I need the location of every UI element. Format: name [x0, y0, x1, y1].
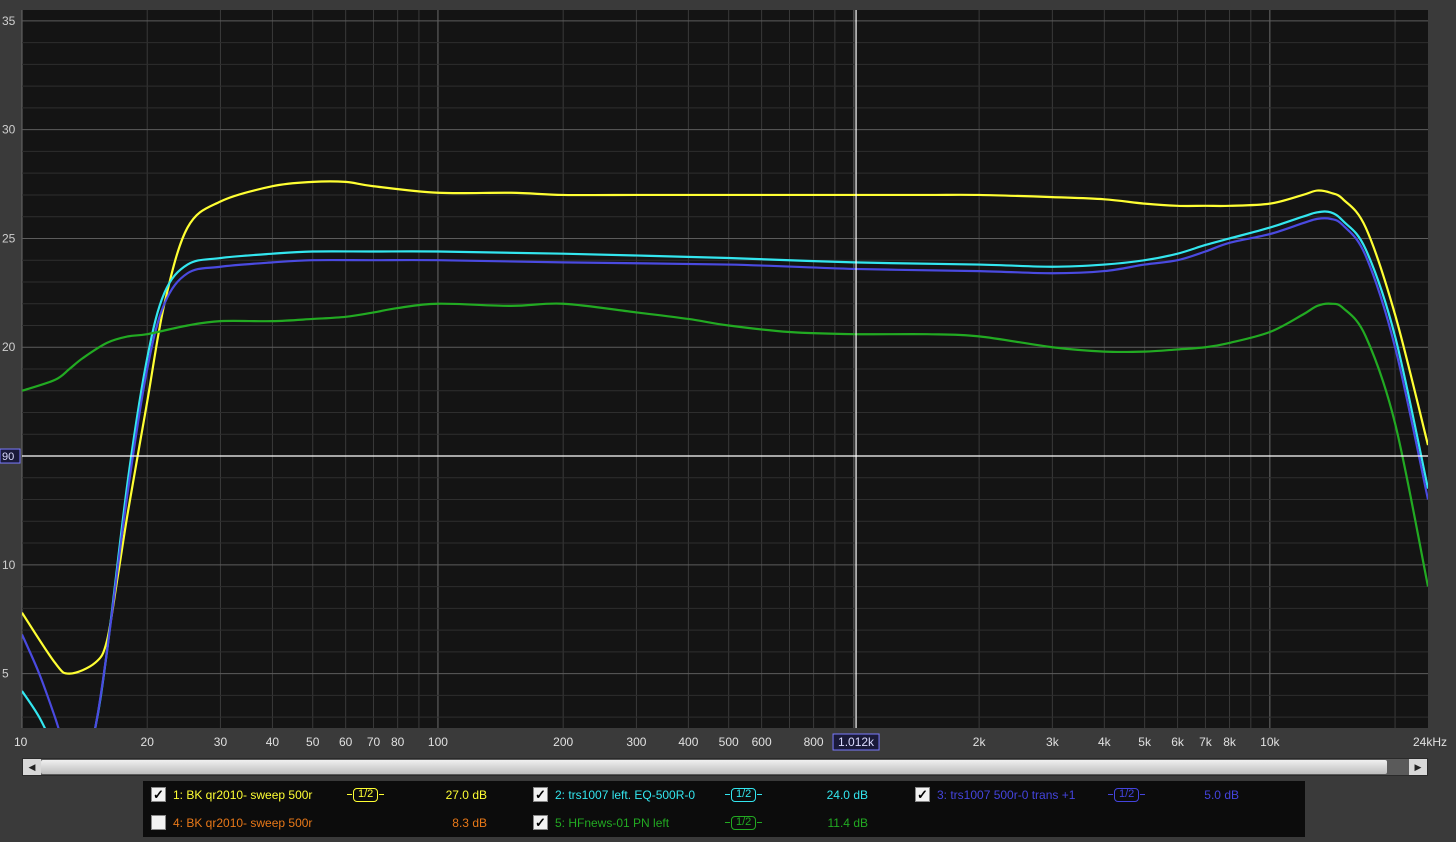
- legend-value: 27.0 dB: [445, 788, 487, 802]
- legend-value: 8.3 dB: [452, 816, 487, 830]
- x-tick-label: 800: [804, 735, 824, 749]
- cursor-y-label: 90: [2, 451, 14, 463]
- smoothing-badge[interactable]: 1/2: [724, 788, 763, 802]
- legend-checkbox[interactable]: ✓: [915, 787, 930, 802]
- smoothing-badge[interactable]: 1/2: [1107, 788, 1146, 802]
- y-tick-label: 35: [2, 14, 16, 28]
- legend-checkbox[interactable]: ✓: [151, 787, 166, 802]
- x-tick-label: 600: [752, 735, 772, 749]
- horizontal-scrollbar[interactable]: ◀ ▶: [22, 758, 1428, 776]
- scroll-left-button[interactable]: ◀: [23, 759, 41, 775]
- y-tick-label: 30: [2, 123, 16, 137]
- y-tick-label: 25: [2, 231, 16, 245]
- x-tick-label: 200: [553, 735, 573, 749]
- x-tick-label: 4k: [1098, 735, 1112, 749]
- frequency-response-chart[interactable]: 35 30 25 20 10 5 10 20 30 40 50 60 70 80 100 200 300 400…: [0, 0, 1456, 756]
- legend-checkbox[interactable]: ✓: [533, 815, 548, 830]
- x-tick-label: 50: [306, 735, 320, 749]
- legend-label: 5: HFnews-01 PN left: [555, 816, 670, 830]
- x-tick-label: 6k: [1171, 735, 1185, 749]
- x-tick-label: 10: [14, 735, 28, 749]
- legend-checkbox[interactable]: [151, 815, 166, 830]
- x-tick-label: 7k: [1199, 735, 1213, 749]
- y-tick-label: 20: [2, 340, 16, 354]
- legend-label: 3: trs1007 500r-0 trans +1: [937, 788, 1076, 802]
- legend-value: 11.4 dB: [827, 816, 868, 830]
- x-tick-label: 80: [391, 735, 405, 749]
- x-tick-label: 24kHz: [1413, 735, 1447, 749]
- x-tick-label: 500: [719, 735, 739, 749]
- x-tick-label: 8k: [1223, 735, 1237, 749]
- x-tick-label: 3k: [1046, 735, 1060, 749]
- legend-checkbox[interactable]: ✓: [533, 787, 548, 802]
- y-tick-label: 5: [2, 667, 9, 681]
- x-tick-label: 300: [626, 735, 646, 749]
- legend-label: 4: BK qr2010- sweep 500r: [173, 816, 313, 830]
- smoothing-badge[interactable]: 1/2: [724, 816, 763, 830]
- legend-label: 2: trs1007 left. EQ-500R-0: [555, 788, 696, 802]
- x-tick-label: 2k: [973, 735, 987, 749]
- x-tick-label: 10k: [1260, 735, 1280, 749]
- x-tick-label: 400: [678, 735, 698, 749]
- x-tick-label: 5k: [1138, 735, 1152, 749]
- legend-label: 1: BK qr2010- sweep 500r: [173, 788, 313, 802]
- scroll-right-button[interactable]: ▶: [1409, 759, 1427, 775]
- cursor-x-label: 1.012k: [838, 735, 875, 749]
- legend-value: 24.0 dB: [826, 788, 868, 802]
- x-tick-label: 70: [367, 735, 381, 749]
- x-tick-label: 20: [141, 735, 155, 749]
- x-tick-label: 100: [428, 735, 448, 749]
- legend-value: 5.0 dB: [1204, 788, 1239, 802]
- legend-panel: ✓ 1: BK qr2010- sweep 500r 1/2 27.0 dB ✓…: [143, 781, 1305, 837]
- scroll-thumb[interactable]: [41, 760, 1387, 774]
- y-tick-label: 10: [2, 558, 16, 572]
- x-tick-label: 40: [266, 735, 280, 749]
- x-tick-label: 60: [339, 735, 353, 749]
- x-tick-label: 30: [214, 735, 228, 749]
- smoothing-badge[interactable]: 1/2: [346, 788, 385, 802]
